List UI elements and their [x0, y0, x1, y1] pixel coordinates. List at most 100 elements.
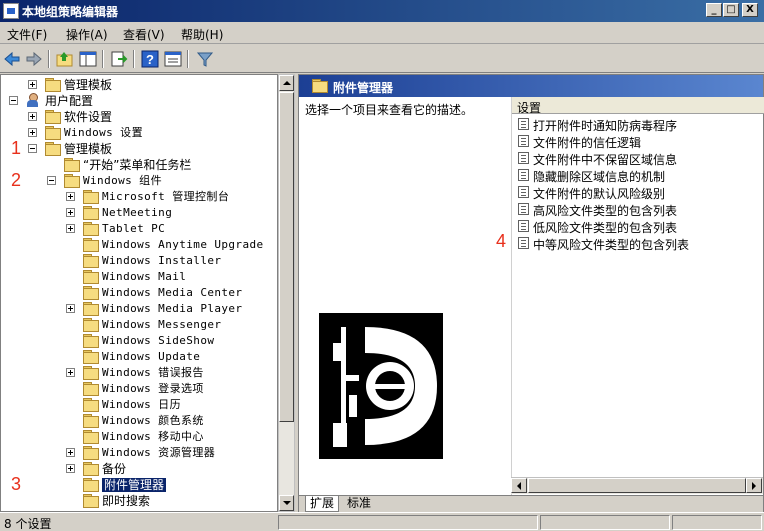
list-horizontal-scrollbar[interactable]	[511, 477, 763, 494]
setting-label: 中等风险文件类型的包含列表	[533, 238, 690, 252]
tree-node[interactable]: 软件设置	[1, 109, 277, 125]
setting-label: 高风险文件类型的包含列表	[533, 204, 678, 218]
tree-node-label: 管理模板	[64, 78, 113, 92]
tree-node-label: Windows 组件	[83, 174, 162, 187]
tab-standard[interactable]: 标准	[343, 496, 375, 512]
tree-node[interactable]: Windows Anytime Upgrade	[1, 237, 277, 253]
filter-icon[interactable]	[195, 49, 215, 69]
folder-icon	[63, 174, 80, 188]
tree-node-label: “开始”菜单和任务栏	[83, 158, 192, 172]
hscroll-thumb[interactable]	[528, 478, 746, 493]
tree-node[interactable]: Windows 颜色系统	[1, 413, 277, 429]
expand-icon[interactable]	[28, 80, 37, 89]
tree-node[interactable]: Tablet PC	[1, 221, 277, 237]
tree-node[interactable]: 即时搜索	[1, 493, 277, 509]
folder-icon	[82, 286, 99, 300]
scroll-right-button[interactable]	[746, 478, 762, 493]
scroll-down-button[interactable]	[279, 495, 294, 511]
policy-setting-icon	[518, 186, 529, 198]
status-cell	[540, 515, 670, 530]
show-hide-tree-icon[interactable]	[78, 49, 98, 69]
folder-icon	[82, 206, 99, 220]
back-icon[interactable]	[2, 49, 22, 69]
tree-node[interactable]: Windows 资源管理器	[1, 445, 277, 461]
policy-setting-icon	[518, 220, 529, 232]
tree-node-label: Windows 资源管理器	[102, 446, 216, 459]
status-cell	[278, 515, 538, 530]
maximize-button[interactable]: □	[723, 3, 739, 17]
forward-icon[interactable]	[24, 49, 44, 69]
export-list-icon[interactable]	[109, 49, 129, 69]
tree-node[interactable]: Windows Media Center	[1, 285, 277, 301]
expand-icon[interactable]	[66, 304, 75, 313]
expand-icon[interactable]	[66, 464, 75, 473]
tree-node[interactable]: 管理模板	[1, 141, 277, 157]
tab-extended[interactable]: 扩展	[305, 496, 340, 512]
folder-icon	[82, 270, 99, 284]
details-header: 附件管理器	[299, 75, 763, 97]
collapse-icon[interactable]	[28, 144, 37, 153]
column-header-setting[interactable]: 设置	[512, 97, 764, 115]
tree-vertical-scrollbar[interactable]	[278, 74, 295, 512]
rifle-logo-icon	[333, 327, 437, 447]
setting-label: 文件附件中不保留区域信息	[533, 153, 678, 167]
tree-node[interactable]: Windows 设置	[1, 125, 277, 141]
tree-node[interactable]: Windows Media Player	[1, 301, 277, 317]
tree-node[interactable]: “开始”菜单和任务栏	[1, 157, 277, 173]
tree-node[interactable]: 用户配置	[1, 93, 277, 109]
close-button[interactable]: X	[742, 3, 758, 17]
user-config-icon	[25, 93, 41, 108]
description-text: 选择一个项目来查看它的描述。	[305, 103, 474, 117]
tree-node[interactable]: Windows Installer	[1, 253, 277, 269]
collapse-icon[interactable]	[47, 176, 56, 185]
tree-node[interactable]: 附件管理器	[1, 477, 277, 493]
tree-node-label: Windows Update	[102, 350, 201, 363]
expand-icon[interactable]	[66, 224, 75, 233]
menu-file[interactable]: 文件(F)	[7, 26, 47, 43]
details-title: 附件管理器	[333, 81, 394, 95]
minimize-button[interactable]: _	[706, 3, 722, 17]
tree-pane[interactable]: 管理模板 用户配置 软件设置 Windows 设置 管理模板 “开始”菜单和任务栏 Wind…	[0, 74, 278, 512]
menu-action[interactable]: 操作(A)	[66, 26, 108, 43]
expand-icon[interactable]	[66, 448, 75, 457]
settings-list[interactable]: 设置 打开附件时通知防病毒程序 文件附件的信任逻辑 文件附件中不保留区域信息 隐藏删除…	[511, 97, 764, 495]
tree-node[interactable]: NetMeeting	[1, 205, 277, 221]
policy-setting-icon	[518, 135, 529, 147]
scroll-up-button[interactable]	[279, 75, 294, 91]
tree-node[interactable]: Windows Messenger	[1, 317, 277, 333]
tree-node[interactable]: Windows Mail	[1, 269, 277, 285]
tree-node[interactable]: 管理模板	[1, 77, 277, 93]
expand-icon[interactable]	[28, 128, 37, 137]
tree-node[interactable]: Microsoft 管理控制台	[1, 189, 277, 205]
expand-icon[interactable]	[66, 368, 75, 377]
menu-view[interactable]: 查看(V)	[123, 26, 165, 43]
tree-node[interactable]: Windows 登录选项	[1, 381, 277, 397]
scroll-thumb[interactable]	[279, 92, 294, 422]
scroll-left-button[interactable]	[511, 478, 527, 493]
toolbar: ?	[0, 45, 764, 73]
extended-view-icon[interactable]	[163, 49, 183, 69]
up-folder-icon[interactable]	[55, 49, 75, 69]
collapse-icon[interactable]	[9, 96, 18, 105]
tree-node[interactable]: Windows 错误报告	[1, 365, 277, 381]
tree-node[interactable]: Windows Update	[1, 349, 277, 365]
tree-node[interactable]: Windows SideShow	[1, 333, 277, 349]
expand-icon[interactable]	[66, 192, 75, 201]
tree-node[interactable]: Windows 组件	[1, 173, 277, 189]
expand-icon[interactable]	[28, 112, 37, 121]
folder-icon	[82, 190, 99, 204]
tree-node[interactable]: 备份	[1, 461, 277, 477]
expand-icon[interactable]	[66, 208, 75, 217]
menu-help[interactable]: 帮助(H)	[181, 26, 223, 43]
help-icon[interactable]: ?	[140, 49, 160, 69]
folder-icon	[82, 398, 99, 412]
tree-node-label: Microsoft 管理控制台	[102, 190, 230, 203]
tree-node-label: Windows 设置	[64, 126, 143, 139]
tree-node-label: Windows 移动中心	[102, 430, 204, 443]
setting-label: 隐藏删除区域信息的机制	[533, 170, 666, 184]
tree-node[interactable]: Windows 日历	[1, 397, 277, 413]
tree-node[interactable]: Windows 移动中心	[1, 429, 277, 445]
policy-setting-icon	[518, 152, 529, 164]
svg-text:?: ?	[146, 52, 154, 67]
status-text: 8 个设置	[4, 517, 52, 531]
